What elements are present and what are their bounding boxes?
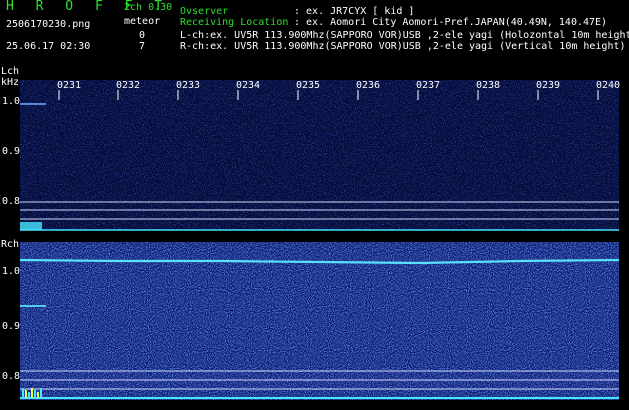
time-tick-label: 0240 (596, 80, 621, 91)
r-channel-panel (20, 242, 619, 400)
time-tick-label: 0237 (416, 80, 441, 91)
r-burst-bar (37, 392, 39, 398)
time-tick-label: 0231 (57, 80, 82, 91)
time-tick-label: 0239 (536, 80, 561, 91)
r-burst-bar (40, 388, 42, 398)
r-freq-tick-label: 1.0 (2, 266, 21, 277)
time-tick-label: 0238 (476, 80, 501, 91)
time-tick-label: 0233 (176, 80, 201, 91)
r-burst-bar (28, 392, 30, 398)
time-tick-label: 0235 (296, 80, 321, 91)
l-freq-tick-label: 1.0 (2, 96, 21, 107)
time-tick-label: 0234 (236, 80, 261, 91)
l-freq-tick-label: 0.8 (2, 196, 21, 207)
time-tick-label: 0232 (116, 80, 141, 91)
spectrogram (19, 80, 620, 400)
r-channel-label: Rch (1, 239, 20, 250)
l-channel-label: Lch (1, 66, 20, 77)
r-freq-tick-label: 0.9 (2, 321, 21, 332)
r-burst-bar (25, 390, 27, 398)
r-burst-bar (31, 388, 33, 398)
time-tick-label: 0236 (356, 80, 381, 91)
l-burst (20, 222, 42, 230)
r-burst-bar (22, 388, 24, 398)
khz-unit-label: kHz (1, 77, 20, 88)
l-channel-panel (20, 80, 619, 230)
r-burst-bar (34, 390, 36, 398)
l-freq-tick-label: 0.9 (2, 146, 21, 157)
r-freq-tick-label: 0.8 (2, 371, 21, 382)
